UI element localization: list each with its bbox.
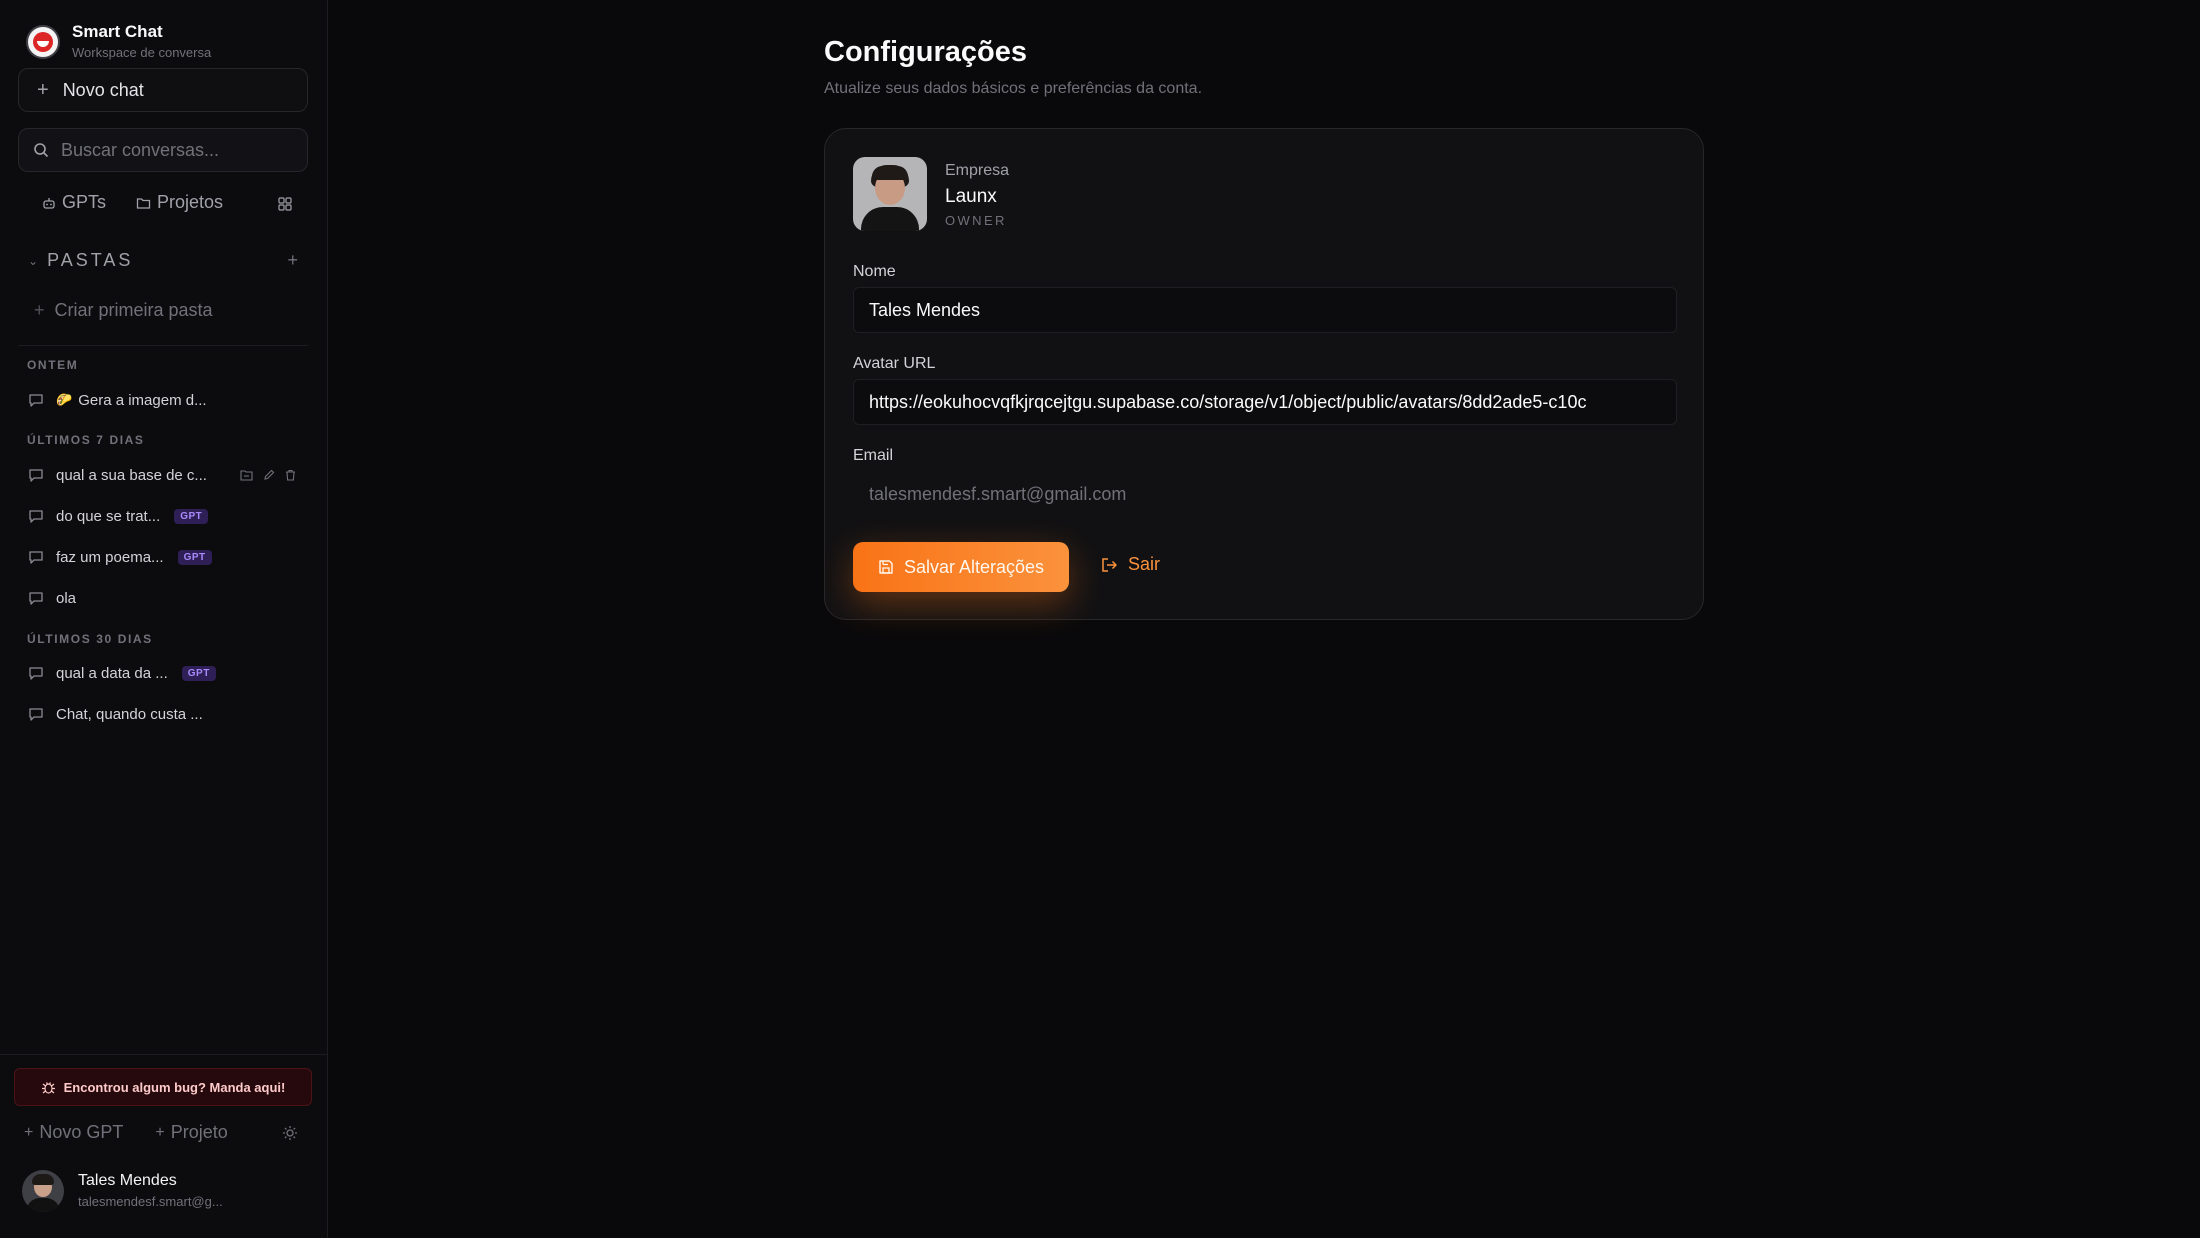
chat-title: do que se trat... bbox=[56, 507, 161, 525]
new-chat-label: Novo chat bbox=[62, 79, 144, 100]
add-folder-icon[interactable]: + bbox=[287, 250, 298, 271]
search-input[interactable]: Buscar conversas... bbox=[18, 128, 308, 172]
message-icon bbox=[29, 667, 43, 680]
message-icon bbox=[29, 551, 43, 564]
grid-icon[interactable] bbox=[278, 197, 292, 211]
new-gpt-label: Novo GPT bbox=[39, 1122, 124, 1142]
brand-logo bbox=[26, 25, 60, 59]
page-title: Configurações bbox=[824, 36, 1028, 68]
name-label: Nome bbox=[853, 263, 896, 280]
bug-report-label: Encontrou algum bug? Manda aqui! bbox=[63, 1079, 286, 1095]
email-label: Email bbox=[853, 447, 894, 464]
chat-item[interactable]: do que se trat... GPT bbox=[18, 498, 308, 534]
chevron-down-icon: ⌄ bbox=[28, 253, 42, 268]
user-email: talesmendesf.smart@g... bbox=[78, 1194, 223, 1209]
chat-title: qual a sua base de c... bbox=[56, 466, 207, 484]
gpt-badge: GPT bbox=[177, 549, 212, 565]
plus-icon: + bbox=[37, 78, 49, 101]
theme-toggle-icon[interactable] bbox=[282, 1125, 298, 1141]
brand[interactable]: Smart Chat Workspace de conversa bbox=[26, 22, 211, 62]
gpt-badge: GPT bbox=[174, 508, 209, 524]
tab-gpts[interactable]: GPTs bbox=[42, 192, 106, 213]
new-gpt-button[interactable]: + Novo GPT bbox=[24, 1122, 123, 1143]
new-project-label: Projeto bbox=[170, 1122, 228, 1142]
save-icon bbox=[879, 560, 893, 574]
settings-card: Empresa Launx OWNER Nome Tales Mendes Av… bbox=[824, 128, 1704, 620]
tab-gpts-label: GPTs bbox=[62, 192, 107, 212]
gpt-badge: GPT bbox=[181, 665, 216, 681]
page-subtitle: Atualize seus dados básicos e preferênci… bbox=[824, 80, 1203, 97]
group-label: ÚLTIMOS 7 DIAS bbox=[27, 433, 145, 447]
chat-item[interactable]: qual a sua base de c... bbox=[18, 457, 308, 493]
new-chat-button[interactable]: + Novo chat bbox=[18, 68, 308, 112]
tab-projetos[interactable]: Projetos bbox=[136, 192, 223, 213]
chat-emoji: 🌮 bbox=[56, 392, 73, 407]
logout-icon bbox=[1102, 557, 1117, 572]
avatar-url-field[interactable]: https://eokuhocvqfkjrqcejtgu.supabase.co… bbox=[853, 379, 1677, 425]
folders-label: PASTAS bbox=[47, 250, 134, 270]
avatar-url-label: Avatar URL bbox=[853, 355, 936, 372]
plus-icon: + bbox=[24, 1123, 34, 1141]
email-field: talesmendesf.smart@gmail.com bbox=[869, 483, 1127, 504]
group-label: ONTEM bbox=[27, 358, 79, 372]
avatar bbox=[853, 157, 927, 231]
create-folder-label: Criar primeira pasta bbox=[54, 299, 213, 320]
role-badge: OWNER bbox=[945, 213, 1007, 228]
trash-icon[interactable] bbox=[285, 469, 296, 481]
message-icon bbox=[29, 469, 43, 482]
plus-icon: + bbox=[34, 299, 45, 320]
brand-subtitle: Workspace de conversa bbox=[72, 45, 212, 60]
bot-icon bbox=[43, 197, 55, 209]
chat-item[interactable]: ola bbox=[18, 580, 308, 616]
bug-report-button[interactable]: Encontrou algum bug? Manda aqui! bbox=[14, 1068, 312, 1106]
chat-item[interactable]: faz um poema... GPT bbox=[18, 539, 308, 575]
message-icon bbox=[29, 510, 43, 523]
folders-toggle[interactable]: ⌄ PASTAS bbox=[28, 250, 133, 271]
company-info: Empresa Launx OWNER bbox=[945, 161, 1009, 228]
edit-icon[interactable] bbox=[263, 469, 275, 481]
message-icon bbox=[29, 394, 43, 407]
plus-icon: + bbox=[155, 1123, 165, 1141]
tab-projetos-label: Projetos bbox=[157, 192, 224, 212]
folder-icon bbox=[136, 197, 151, 209]
move-to-folder-icon[interactable] bbox=[240, 469, 253, 481]
message-icon bbox=[29, 592, 43, 605]
brand-title: Smart Chat bbox=[72, 22, 163, 41]
bug-icon bbox=[41, 1081, 55, 1094]
user-profile[interactable]: Tales Mendes talesmendesf.smart@g... bbox=[22, 1170, 223, 1212]
search-placeholder: Buscar conversas... bbox=[61, 139, 220, 160]
chat-item[interactable]: Chat, quando custa ... bbox=[18, 696, 308, 732]
divider bbox=[0, 1054, 328, 1055]
save-label: Salvar Alterações bbox=[903, 556, 1045, 577]
chat-title: Gera a imagem d... bbox=[78, 391, 207, 409]
save-button[interactable]: Salvar Alterações bbox=[853, 542, 1069, 592]
avatar bbox=[22, 1170, 64, 1212]
search-icon bbox=[34, 143, 49, 158]
create-folder-button[interactable]: + Criar primeira pasta bbox=[18, 290, 308, 330]
chat-title: faz um poema... bbox=[56, 548, 164, 566]
company-label: Empresa bbox=[945, 162, 1010, 179]
group-label: ÚLTIMOS 30 DIAS bbox=[27, 632, 153, 646]
name-field[interactable]: Tales Mendes bbox=[853, 287, 1677, 333]
company-name: Launx bbox=[945, 186, 997, 207]
chat-title: ola bbox=[56, 589, 77, 607]
chat-item[interactable]: qual a data da ... GPT bbox=[18, 655, 308, 691]
chat-item[interactable]: 🌮 Gera a imagem d... bbox=[18, 382, 308, 418]
message-icon bbox=[29, 708, 43, 721]
user-name: Tales Mendes bbox=[78, 1172, 177, 1189]
divider bbox=[18, 345, 308, 346]
chat-title: qual a data da ... bbox=[56, 664, 168, 682]
logout-label: Sair bbox=[1128, 554, 1161, 574]
new-project-button[interactable]: + Projeto bbox=[155, 1122, 227, 1143]
logout-button[interactable]: Sair bbox=[1101, 554, 1160, 575]
chat-title: Chat, quando custa ... bbox=[56, 705, 203, 723]
sidebar: Smart Chat Workspace de conversa + Novo … bbox=[0, 0, 328, 1238]
